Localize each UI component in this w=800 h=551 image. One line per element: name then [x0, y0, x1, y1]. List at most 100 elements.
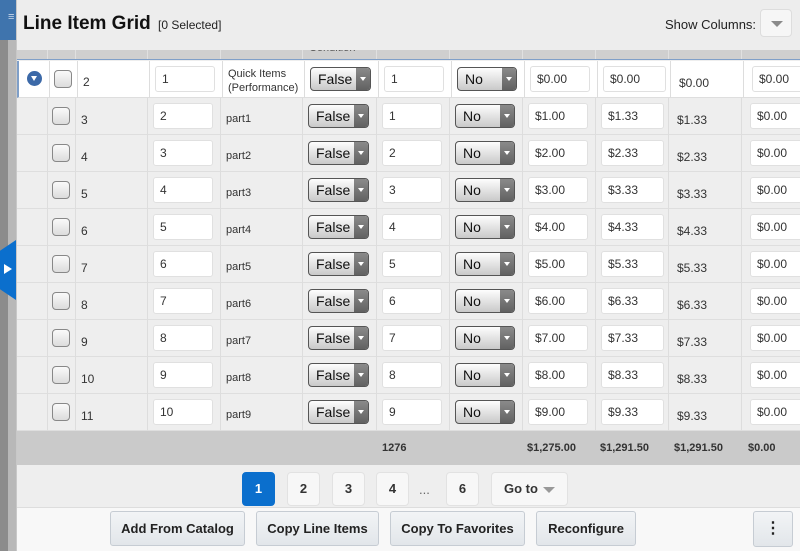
row-checkbox[interactable] — [52, 144, 70, 162]
quantity-input[interactable]: 10 — [153, 399, 213, 425]
price1-input[interactable]: $6.00 — [528, 288, 588, 314]
price4-input[interactable]: $0.00 — [750, 103, 800, 129]
price4-input[interactable]: $0.00 — [750, 251, 800, 277]
copy-line-items-button[interactable]: Copy Line Items — [256, 511, 379, 546]
price1-input[interactable]: $1.00 — [528, 103, 588, 129]
show-columns-dropdown[interactable] — [760, 9, 792, 37]
row-checkbox[interactable] — [52, 218, 70, 236]
sidebar-expand-tab[interactable] — [0, 240, 16, 300]
price2-input[interactable]: $3.33 — [601, 177, 664, 203]
count-input[interactable]: 8 — [382, 362, 442, 388]
row-checkbox[interactable] — [52, 107, 70, 125]
table-row[interactable]: 8 7 part6 False 6 No $6.00 $6.33 $6.33 $0.00 — [17, 283, 800, 320]
yes-no-select[interactable]: No — [455, 252, 515, 276]
count-input[interactable]: 4 — [382, 214, 442, 240]
price1-input[interactable]: $0.00 — [530, 66, 590, 92]
price4-input[interactable]: $0.00 — [750, 177, 800, 203]
price1-input[interactable]: $7.00 — [528, 325, 588, 351]
quantity-input[interactable]: 9 — [153, 362, 213, 388]
yes-no-select[interactable]: No — [455, 400, 515, 424]
page-button-1[interactable]: 1 — [242, 472, 275, 506]
price2-input[interactable]: $6.33 — [601, 288, 664, 314]
boolean-select[interactable]: False — [308, 363, 369, 387]
page-button-4[interactable]: 4 — [376, 472, 409, 506]
price4-input[interactable]: $0.00 — [750, 399, 800, 425]
table-row[interactable]: 7 6 part5 False 5 No $5.00 $5.33 $5.33 $0.00 — [17, 246, 800, 283]
yes-no-select[interactable]: No — [455, 289, 515, 313]
yes-no-select[interactable]: No — [455, 178, 515, 202]
table-row[interactable]: 5 4 part3 False 3 No $3.00 $3.33 $3.33 $0.00 — [17, 172, 800, 209]
quantity-input[interactable]: 2 — [153, 103, 213, 129]
table-row[interactable]: 11 10 part9 False 9 No $9.00 $9.33 $9.33 $0.00 — [17, 394, 800, 431]
menu-icon[interactable]: ≡ — [8, 12, 14, 23]
table-row[interactable]: 10 9 part8 False 8 No $8.00 $8.33 $8.33 $0.00 — [17, 357, 800, 394]
quantity-input[interactable]: 5 — [153, 214, 213, 240]
price1-input[interactable]: $9.00 — [528, 399, 588, 425]
yes-no-select[interactable]: No — [455, 141, 515, 165]
row-checkbox[interactable] — [52, 329, 70, 347]
yes-no-select[interactable]: No — [457, 67, 517, 91]
price4-input[interactable]: $0.00 — [750, 214, 800, 240]
row-checkbox[interactable] — [52, 181, 70, 199]
yes-no-select[interactable]: No — [455, 104, 515, 128]
expand-row-icon[interactable] — [27, 71, 42, 86]
table-row[interactable]: 4 3 part2 False 2 No $2.00 $2.33 $2.33 $0.00 — [17, 135, 800, 172]
price2-input[interactable]: $1.33 — [601, 103, 664, 129]
table-row[interactable]: 6 5 part4 False 4 No $4.00 $4.33 $4.33 $0.00 — [17, 209, 800, 246]
price1-input[interactable]: $4.00 — [528, 214, 588, 240]
row-checkbox[interactable] — [52, 255, 70, 273]
boolean-select[interactable]: False — [308, 252, 369, 276]
price4-input[interactable]: $0.00 — [750, 362, 800, 388]
row-checkbox[interactable] — [52, 403, 70, 421]
quantity-input[interactable]: 3 — [153, 140, 213, 166]
count-input[interactable]: 1 — [384, 66, 444, 92]
copy-to-favorites-button[interactable]: Copy To Favorites — [390, 511, 525, 546]
quantity-input[interactable]: 4 — [153, 177, 213, 203]
table-row[interactable]: 3 2 part1 False 1 No $1.00 $1.33 $1.33 $0.00 — [17, 98, 800, 135]
row-checkbox[interactable] — [52, 292, 70, 310]
price1-input[interactable]: $8.00 — [528, 362, 588, 388]
reconfigure-button[interactable]: Reconfigure — [536, 511, 636, 546]
price2-input[interactable]: $2.33 — [601, 140, 664, 166]
boolean-select[interactable]: False — [308, 289, 369, 313]
quantity-input[interactable]: 7 — [153, 288, 213, 314]
price2-input[interactable]: $7.33 — [601, 325, 664, 351]
count-input[interactable]: 2 — [382, 140, 442, 166]
count-input[interactable]: 3 — [382, 177, 442, 203]
quantity-input[interactable]: 8 — [153, 325, 213, 351]
row-checkbox[interactable] — [54, 70, 72, 88]
count-input[interactable]: 1 — [382, 103, 442, 129]
boolean-select[interactable]: False — [308, 178, 369, 202]
price4-input[interactable]: $0.00 — [750, 288, 800, 314]
count-input[interactable]: 5 — [382, 251, 442, 277]
price1-input[interactable]: $2.00 — [528, 140, 588, 166]
boolean-select[interactable]: False — [310, 67, 371, 91]
price4-input[interactable]: $0.00 — [750, 140, 800, 166]
boolean-select[interactable]: False — [308, 400, 369, 424]
price4-input[interactable]: $0.00 — [752, 66, 800, 92]
page-button-3[interactable]: 3 — [332, 472, 365, 506]
yes-no-select[interactable]: No — [455, 326, 515, 350]
count-input[interactable]: 7 — [382, 325, 442, 351]
price2-input[interactable]: $5.33 — [601, 251, 664, 277]
table-row[interactable]: 2 1 Quick Items (Performance) False 1 No $0.00… — [17, 61, 800, 98]
price2-input[interactable]: $8.33 — [601, 362, 664, 388]
add-from-catalog-button[interactable]: Add From Catalog — [110, 511, 245, 546]
boolean-select[interactable]: False — [308, 104, 369, 128]
count-input[interactable]: 9 — [382, 399, 442, 425]
page-button-6[interactable]: 6 — [446, 472, 479, 506]
yes-no-select[interactable]: No — [455, 215, 515, 239]
price2-input[interactable]: $4.33 — [601, 214, 664, 240]
count-input[interactable]: 6 — [382, 288, 442, 314]
quantity-input[interactable]: 1 — [155, 66, 215, 92]
price2-input[interactable]: $9.33 — [601, 399, 664, 425]
price2-input[interactable]: $0.00 — [603, 66, 666, 92]
boolean-select[interactable]: False — [308, 141, 369, 165]
yes-no-select[interactable]: No — [455, 363, 515, 387]
row-checkbox[interactable] — [52, 366, 70, 384]
price1-input[interactable]: $5.00 — [528, 251, 588, 277]
price4-input[interactable]: $0.00 — [750, 325, 800, 351]
goto-page-dropdown[interactable]: Go to — [491, 472, 568, 506]
more-actions-button[interactable]: ⋮ — [753, 511, 793, 547]
boolean-select[interactable]: False — [308, 326, 369, 350]
